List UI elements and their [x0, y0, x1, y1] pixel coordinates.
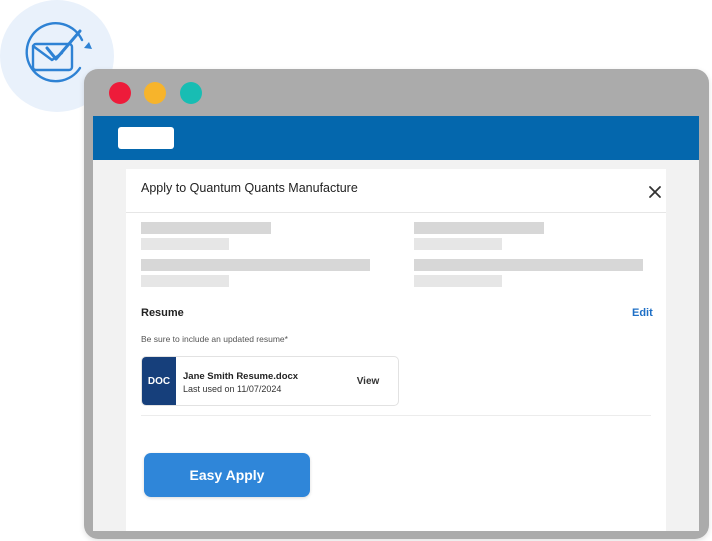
window-close-dot[interactable] — [109, 82, 131, 104]
resume-file-card: DOC Jane Smith Resume.docx Last used on … — [141, 356, 399, 406]
placeholder-line — [414, 222, 544, 234]
doc-file-icon: DOC — [142, 357, 176, 405]
dialog-header: Apply to Quantum Quants Manufacture — [126, 169, 666, 213]
resume-section-label: Resume — [141, 307, 184, 319]
window-maximize-dot[interactable] — [180, 82, 202, 104]
view-resume-button[interactable]: View — [338, 357, 398, 405]
logo-placeholder — [118, 127, 174, 149]
placeholder-line — [414, 259, 643, 271]
resume-hint-text: Be sure to include an updated resume* — [141, 334, 288, 344]
placeholder-line — [414, 238, 502, 250]
placeholder-line — [141, 238, 229, 250]
easy-apply-button[interactable]: Easy Apply — [144, 453, 310, 497]
dialog-title: Apply to Quantum Quants Manufacture — [141, 181, 358, 195]
resume-file-name: Jane Smith Resume.docx — [183, 371, 299, 382]
app-header-bar — [93, 116, 699, 160]
placeholder-line — [414, 275, 502, 287]
placeholder-line — [141, 259, 370, 271]
apply-dialog: Apply to Quantum Quants Manufacture Resu… — [126, 169, 666, 531]
browser-window: Apply to Quantum Quants Manufacture Resu… — [84, 69, 709, 539]
window-minimize-dot[interactable] — [144, 82, 166, 104]
close-button[interactable] — [647, 184, 663, 200]
placeholder-line — [141, 275, 229, 287]
close-icon — [649, 186, 661, 198]
browser-content: Apply to Quantum Quants Manufacture Resu… — [93, 116, 699, 531]
edit-resume-link[interactable]: Edit — [632, 307, 653, 319]
section-divider — [141, 415, 651, 416]
resume-last-used: Last used on 11/07/2024 — [183, 384, 282, 394]
placeholder-line — [141, 222, 271, 234]
